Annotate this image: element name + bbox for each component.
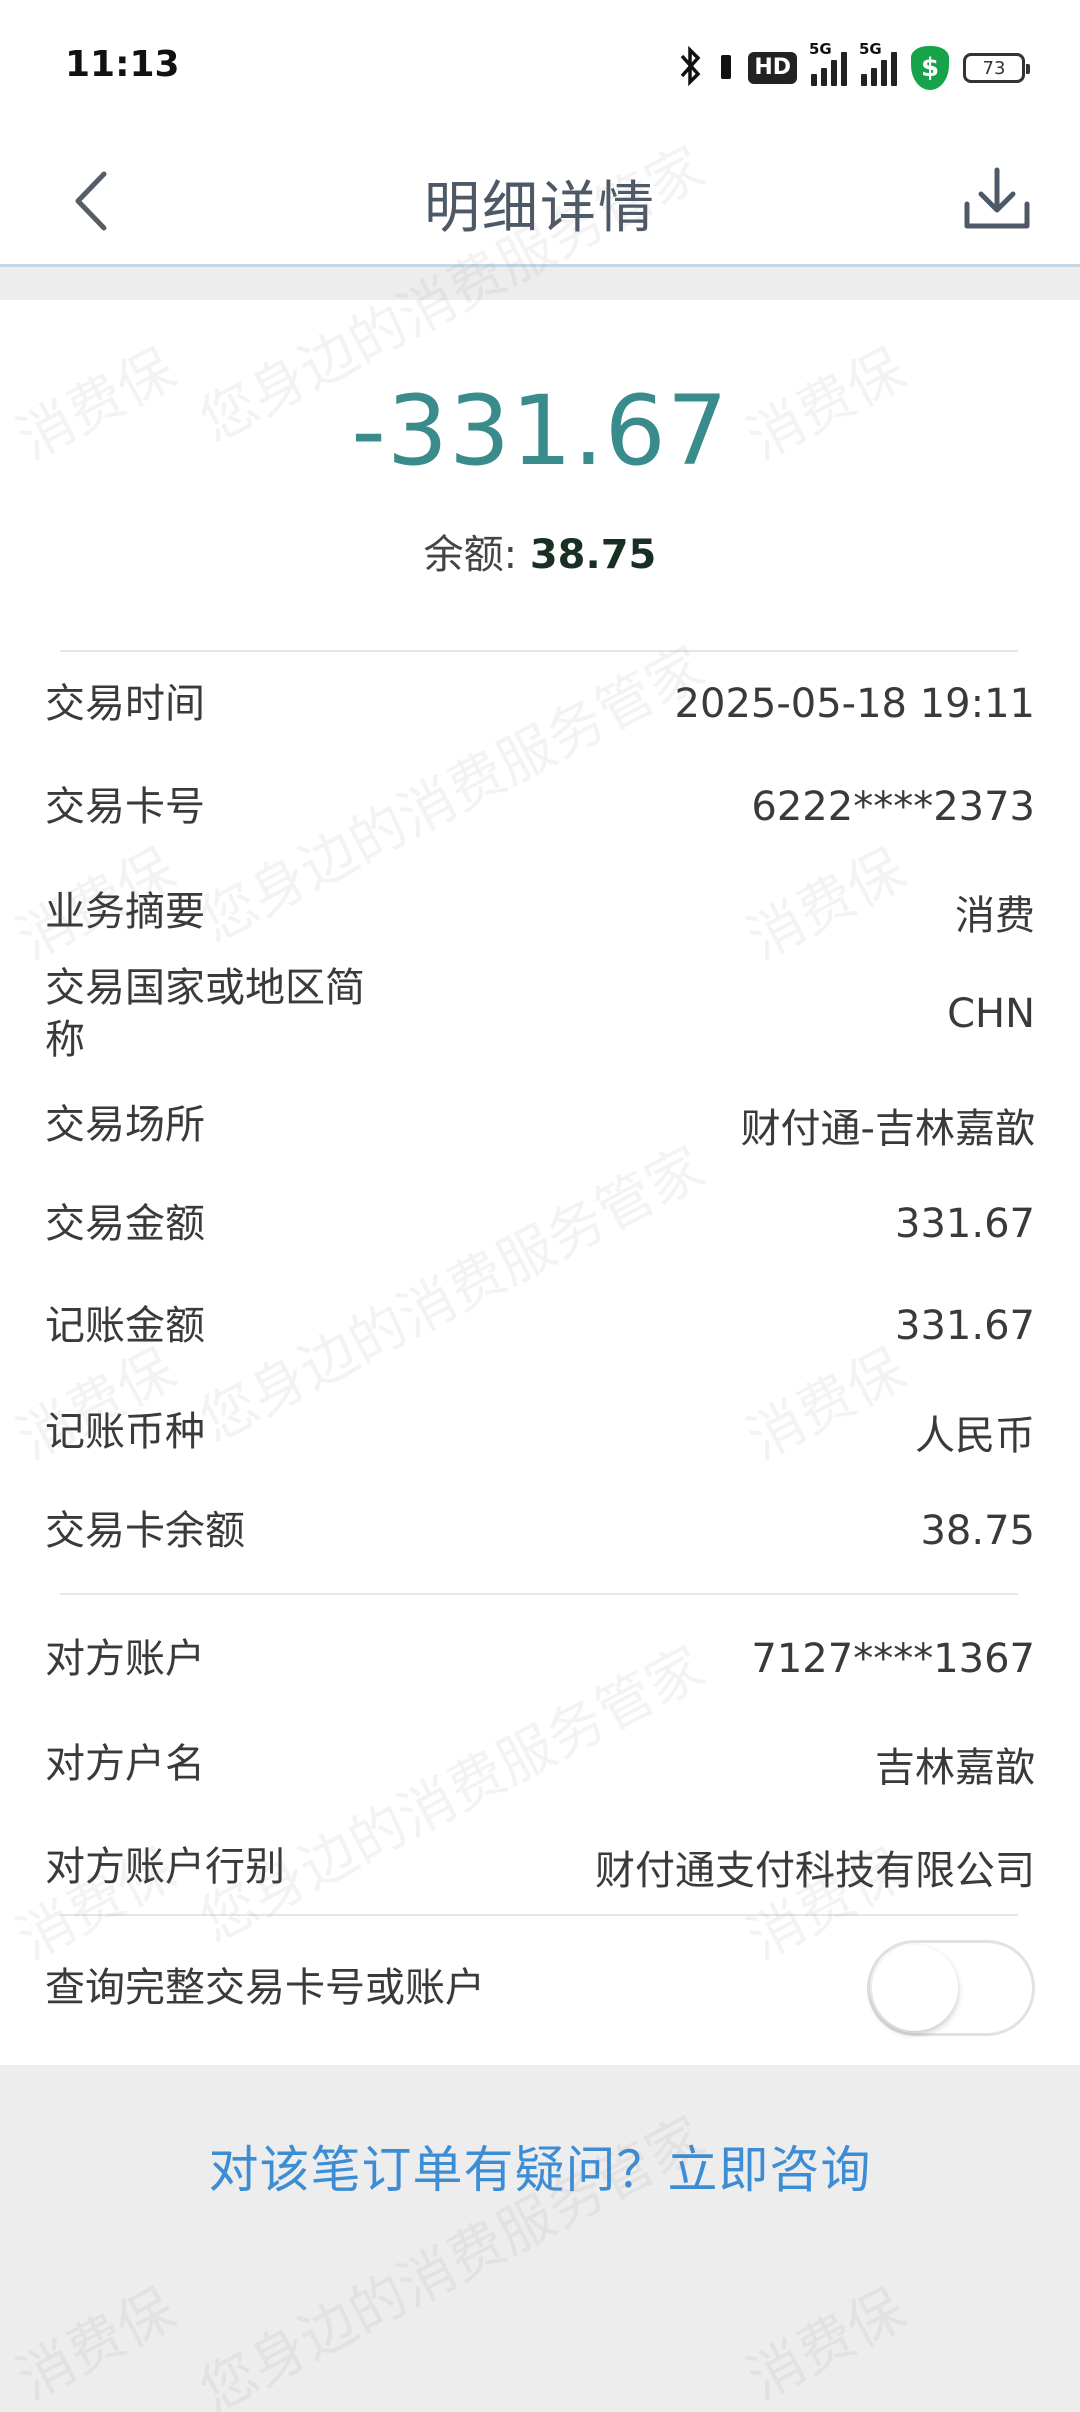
counterparty-value: 财付通支付科技有限公司 xyxy=(595,1848,1035,1894)
battery-level: 73 xyxy=(982,57,1006,79)
detail-row: 记账币种 人民币 xyxy=(45,1403,1035,1461)
detail-label: 交易国家或地区简称 xyxy=(45,965,365,1063)
detail-value: 2025-05-18 19:11 xyxy=(674,681,1035,727)
detail-row: 交易时间 2025-05-18 19:11 xyxy=(45,678,1035,730)
counterparty-row: 对方户名 吉林嘉歆 xyxy=(45,1735,1035,1793)
network-type-label: 5G xyxy=(859,40,882,58)
balance-line: 余额: 38.75 xyxy=(0,522,1080,580)
network-type-label: 5G xyxy=(809,40,832,58)
detail-label: 记账金额 xyxy=(45,1303,205,1349)
detail-row: 交易场所 财付通-吉林嘉歆 xyxy=(45,1096,1035,1154)
page-title: 明细详情 xyxy=(424,176,656,241)
detail-value: 消费 xyxy=(955,893,1035,939)
watermark: 消费保 xyxy=(6,2276,186,2412)
balance-value: 38.75 xyxy=(529,532,657,578)
status-icons: HD 5G 5G $ 73 xyxy=(678,40,1030,94)
divider xyxy=(60,1593,1018,1595)
divider xyxy=(60,1914,1018,1916)
shield-icon: $ xyxy=(911,46,949,90)
toggle-knob xyxy=(872,1945,958,2031)
show-full-account-toggle[interactable] xyxy=(867,1940,1035,2036)
consult-link[interactable]: 对该笔订单有疑问？立即咨询 xyxy=(0,2130,1080,2202)
detail-label: 交易卡号 xyxy=(45,784,205,830)
bluetooth-icon xyxy=(678,45,704,90)
detail-label: 交易卡余额 xyxy=(45,1508,245,1554)
status-bar: 11:13 HD 5G 5G $ 73 xyxy=(0,0,1080,135)
counterparty-value: 7127****1367 xyxy=(751,1636,1035,1682)
toggle-row: 查询完整交易卡号或账户 xyxy=(45,1962,745,2014)
balance-label: 余额: xyxy=(423,532,530,578)
detail-row: 业务摘要 消费 xyxy=(45,883,1035,941)
hd-icon: HD xyxy=(748,52,797,84)
detail-value: CHN xyxy=(947,991,1035,1037)
vibrate-icon xyxy=(718,49,734,87)
detail-row: 交易国家或地区简称 CHN xyxy=(45,962,1035,1066)
detail-row: 交易金额 331.67 xyxy=(45,1198,1035,1250)
transaction-amount: -331.67 xyxy=(351,375,729,487)
nav-bar: 明细详情 xyxy=(0,135,1080,267)
detail-value: 人民币 xyxy=(915,1413,1035,1459)
counterparty-value: 吉林嘉歆 xyxy=(875,1745,1035,1791)
detail-label: 交易时间 xyxy=(45,681,205,727)
signal-icon: 5G xyxy=(809,40,847,86)
counterparty-label: 对方账户 xyxy=(45,1636,205,1682)
detail-label: 业务摘要 xyxy=(45,889,205,935)
status-time: 11:13 xyxy=(65,44,180,85)
counterparty-label: 对方账户行别 xyxy=(45,1844,285,1890)
battery-icon: 73 xyxy=(963,53,1030,83)
detail-value: 6222****2373 xyxy=(751,784,1035,830)
detail-label: 交易场所 xyxy=(45,1102,205,1148)
download-icon xyxy=(964,167,1030,229)
detail-value: 331.67 xyxy=(895,1303,1035,1349)
download-button[interactable] xyxy=(952,155,1042,245)
counterparty-row: 对方账户 7127****1367 xyxy=(45,1633,1035,1685)
signal-icon: 5G xyxy=(859,40,897,86)
detail-row: 记账金额 331.67 xyxy=(45,1300,1035,1352)
detail-value: 331.67 xyxy=(895,1201,1035,1247)
watermark: 消费保 xyxy=(736,2276,916,2412)
transaction-detail-card: -331.67 余额: 38.75 交易时间 2025-05-18 19:11 … xyxy=(0,300,1080,2065)
detail-row: 交易卡号 6222****2373 xyxy=(45,781,1035,833)
divider xyxy=(60,650,1018,652)
detail-value: 38.75 xyxy=(920,1508,1035,1554)
detail-value: 财付通-吉林嘉歆 xyxy=(740,1106,1035,1152)
counterparty-label: 对方户名 xyxy=(45,1741,205,1787)
toggle-label: 查询完整交易卡号或账户 xyxy=(45,1965,485,2011)
detail-label: 交易金额 xyxy=(45,1201,205,1247)
detail-row: 交易卡余额 38.75 xyxy=(45,1505,1035,1557)
counterparty-row: 对方账户行别 财付通支付科技有限公司 xyxy=(45,1838,1035,1896)
detail-label: 记账币种 xyxy=(45,1409,205,1455)
